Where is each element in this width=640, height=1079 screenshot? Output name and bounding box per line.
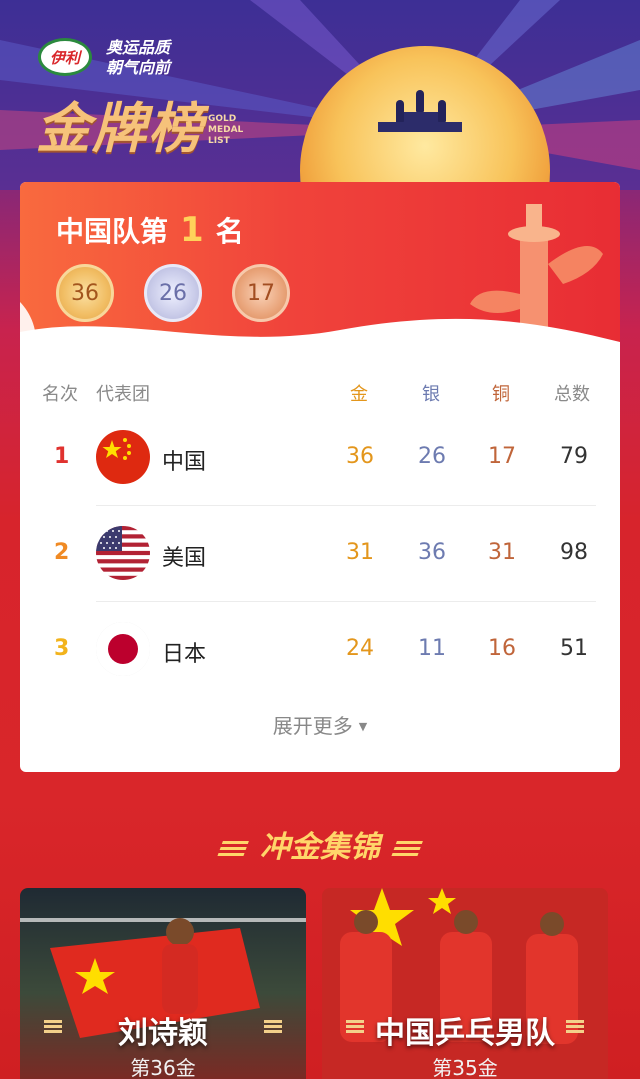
athlete-silhouette (416, 90, 424, 112)
china-summary-banner: 中国队第 1 名 36 26 17 (20, 182, 620, 362)
row-bronze: 17 (488, 444, 516, 469)
highlight-name: 刘诗颖 (118, 1016, 208, 1051)
podium-decoration (378, 122, 462, 132)
highlight-subtitle: 第36金 (130, 1056, 196, 1079)
header-bronze: 铜 (492, 384, 510, 405)
row-gold: 31 (346, 540, 374, 565)
row-team-name: 美国 (162, 546, 207, 571)
row-rank: 2 (54, 540, 70, 565)
row-silver: 11 (418, 636, 446, 661)
table-row[interactable]: 2 美国 31 36 31 98 (20, 506, 620, 602)
highlight-card[interactable]: 刘诗颖 第36金 (20, 888, 306, 1079)
row-gold: 36 (346, 444, 374, 469)
japan-flag-icon (96, 622, 150, 676)
yili-logo: 伊利 (38, 38, 92, 76)
highlights-heading: 冲金集锦 (0, 822, 640, 866)
row-rank: 3 (54, 636, 70, 661)
row-gold: 24 (346, 636, 374, 661)
china-rank-number: 1 (180, 210, 204, 250)
row-total: 79 (560, 444, 588, 469)
row-silver: 26 (418, 444, 446, 469)
athlete-silhouette (438, 100, 446, 122)
table-header: 名次 代表团 金 银 铜 总数 (20, 380, 620, 410)
header-total: 总数 (554, 384, 590, 405)
header-rank: 名次 (42, 384, 78, 405)
china-rank-heading: 中国队第 1 名 (56, 210, 244, 250)
header-gold: 金 (350, 384, 368, 405)
table-row[interactable]: 3 日本 24 11 16 51 (20, 602, 620, 698)
page-title: 金牌榜 (36, 97, 204, 160)
usa-flag-icon (96, 526, 150, 580)
header-silver: 银 (422, 384, 440, 405)
caret-down-icon: ▼ (358, 720, 368, 733)
gold-medal-count: 36 (56, 264, 114, 322)
bronze-medal-count: 17 (232, 264, 290, 322)
medal-table-card: 中国队第 1 名 36 26 17 名次 代表团 金 银 铜 总数 1 中国 3… (20, 182, 620, 772)
row-total: 51 (560, 636, 588, 661)
row-bronze: 16 (488, 636, 516, 661)
row-total: 98 (560, 540, 588, 565)
silver-medal-count: 26 (144, 264, 202, 322)
slogan: 奥运品质 朝气向前 (106, 38, 171, 77)
athlete-silhouette (396, 100, 404, 122)
row-rank: 1 (54, 444, 70, 469)
row-silver: 36 (418, 540, 446, 565)
row-bronze: 31 (488, 540, 516, 565)
row-team-name: 中国 (162, 450, 207, 475)
header-team: 代表团 (96, 384, 150, 405)
wave-decoration (20, 302, 620, 362)
expand-more-label: 展开更多 (272, 714, 353, 738)
header-banner: 伊利 奥运品质 朝气向前 金牌榜 GOLD MEDAL LIST (0, 0, 640, 190)
table-row[interactable]: 1 中国 36 26 17 79 (20, 410, 620, 506)
china-flag-icon (96, 430, 150, 484)
highlight-name: 中国乒乓男队 (375, 1016, 555, 1051)
page-title-english: GOLD MEDAL LIST (208, 114, 244, 146)
highlight-card[interactable]: 中国乒乓男队 第35金 (322, 888, 608, 1079)
expand-more-button[interactable]: 展开更多 ▼ (20, 710, 620, 739)
stripes-icon (217, 840, 249, 857)
highlight-subtitle: 第35金 (432, 1056, 498, 1079)
stripes-icon (391, 840, 423, 857)
row-team-name: 日本 (162, 642, 207, 667)
